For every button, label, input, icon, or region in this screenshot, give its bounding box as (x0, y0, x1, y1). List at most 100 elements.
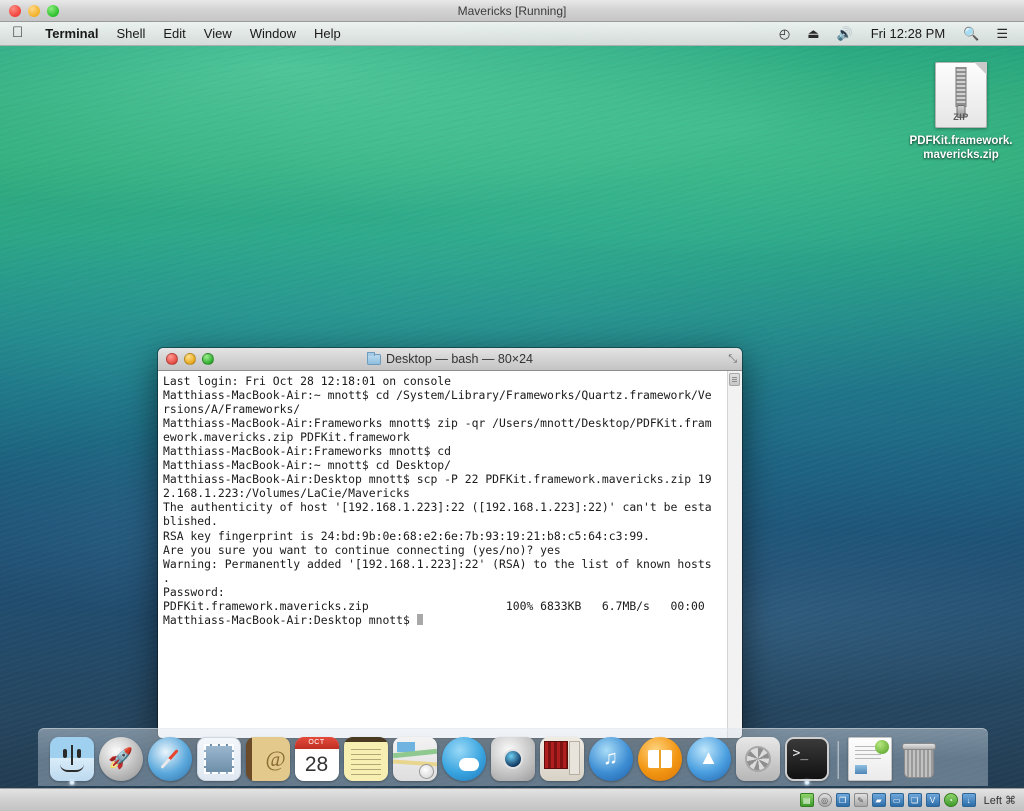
running-indicator (69, 780, 74, 785)
dock-item-photo-booth[interactable] (538, 735, 585, 782)
resize-icon[interactable]: ⤡ (728, 353, 737, 366)
shared-folders-icon[interactable]: ▰ (872, 793, 886, 807)
dock-item-itunes[interactable]: ♫ (587, 735, 634, 782)
maps-icon (393, 737, 437, 781)
terminal-line: RSA key fingerprint is 24:bd:9b:0e:68:e2… (163, 529, 650, 543)
zip-file-icon: ZIP (935, 62, 987, 128)
dock-item-mail[interactable] (195, 735, 242, 782)
calendar-day: 28 (295, 749, 339, 781)
dock-item-launchpad[interactable]: 🚀 (97, 735, 144, 782)
terminal-line: Matthiass-MacBook-Air:Frameworks mnott$ … (163, 444, 451, 458)
terminal-line: Matthiass-MacBook-Air:~ mnott$ cd Deskto… (163, 458, 451, 472)
zipper-graphic (956, 67, 967, 107)
network-icon[interactable]: ❐ (836, 793, 850, 807)
dock-item-terminal[interactable]: >_ (783, 735, 830, 782)
desktop-file-icon[interactable]: ZIP PDFKit.framework.mavericks.zip (900, 46, 1022, 162)
optical-disk-icon[interactable]: ◎ (818, 793, 832, 807)
scrollbar-thumb[interactable] (729, 373, 740, 386)
hard-disk-icon[interactable]: ▤ (800, 793, 814, 807)
dock-item-document-stack[interactable] (846, 735, 893, 782)
vm-titlebar: Mavericks [Running] (0, 0, 1024, 22)
terminal-line: . (163, 571, 170, 585)
terminal-zoom-button[interactable] (202, 353, 214, 365)
terminal-line: Matthiass-MacBook-Air:Frameworks mnott$ … (163, 416, 712, 430)
host-key-label: Left ⌘ (980, 794, 1016, 807)
document-icon (848, 737, 892, 781)
trash-icon (897, 737, 941, 781)
terminal-minimize-button[interactable] (184, 353, 196, 365)
terminal-window-controls (158, 353, 214, 365)
dock-item-trash[interactable] (895, 735, 942, 782)
dock-item-app-store[interactable]: ▲ (685, 735, 732, 782)
facetime-icon (491, 737, 535, 781)
host-key-icon[interactable]: ↓ (962, 793, 976, 807)
terminal-window-title: Desktop — bash — 80×24 (158, 352, 742, 366)
terminal-line: blished. (163, 514, 218, 528)
dock-item-finder[interactable] (48, 735, 95, 782)
dock-item-safari[interactable] (146, 735, 193, 782)
notes-icon (344, 737, 388, 781)
terminal-close-button[interactable] (166, 353, 178, 365)
terminal-cursor (417, 614, 423, 625)
menubar:  Terminal Shell Edit View Window Help ◴… (0, 22, 1024, 46)
eject-icon[interactable]: ⏏ (799, 22, 827, 46)
menu-help[interactable]: Help (305, 22, 350, 46)
terminal-icon: >_ (785, 737, 829, 781)
dock-item-facetime[interactable] (489, 735, 536, 782)
terminal-line: Matthiass-MacBook-Air:~ mnott$ cd /Syste… (163, 388, 712, 402)
menu-terminal[interactable]: Terminal (36, 22, 107, 46)
dock: 🚀 @ OCT 28 (38, 728, 988, 786)
video-capture-icon[interactable]: V (926, 793, 940, 807)
dock-item-calendar[interactable]: OCT 28 (293, 735, 340, 782)
dock-item-ibooks[interactable] (636, 735, 683, 782)
virtualbox-window: Mavericks [Running]  Terminal Shell Edi… (0, 0, 1024, 811)
dock-item-notes[interactable] (342, 735, 389, 782)
vm-statusbar: ▤ ◎ ❐ ✎ ▰ ▭ ❑ V ◔ ↓ Left ⌘ (0, 788, 1024, 811)
mail-icon (197, 737, 241, 781)
menubar-clock[interactable]: Fri 12:28 PM (862, 26, 954, 41)
terminal-line: Last login: Fri Oct 28 12:18:01 on conso… (163, 374, 451, 388)
dock-item-messages[interactable] (440, 735, 487, 782)
guest-additions-icon[interactable]: ◔ (944, 793, 958, 807)
terminal-window[interactable]: Desktop — bash — 80×24 ⤡ Last login: Fri… (158, 348, 742, 738)
menu-window[interactable]: Window (241, 22, 305, 46)
desktop-file-name: PDFKit.framework.mavericks.zip (900, 134, 1022, 162)
volume-icon[interactable]: 🔊 (829, 22, 861, 46)
dock-item-contacts[interactable]: @ (244, 735, 291, 782)
zip-icon-label: ZIP (936, 112, 986, 122)
notification-center-icon[interactable]: ☰ (988, 22, 1016, 46)
finder-icon (50, 737, 94, 781)
remote-desktop-icon[interactable]: ❑ (908, 793, 922, 807)
menu-view[interactable]: View (195, 22, 241, 46)
menubar-status-area: ◴ ⏏ 🔊 Fri 12:28 PM 🔍 ☰ (771, 22, 1024, 46)
menu-shell[interactable]: Shell (107, 22, 154, 46)
terminal-titlebar: Desktop — bash — 80×24 ⤡ (158, 348, 742, 371)
contacts-icon: @ (246, 737, 290, 781)
dock-item-maps[interactable] (391, 735, 438, 782)
guest-screen:  Terminal Shell Edit View Window Help ◴… (0, 22, 1024, 788)
display-icon[interactable]: ▭ (890, 793, 904, 807)
terminal-body[interactable]: Last login: Fri Oct 28 12:18:01 on conso… (158, 371, 742, 738)
terminal-line: Are you sure you want to continue connec… (163, 543, 561, 557)
apple-logo-icon[interactable]:  (0, 25, 36, 40)
gear-icon (736, 737, 780, 781)
terminal-line: PDFKit.framework.mavericks.zip 100% 6833… (163, 599, 705, 613)
search-icon[interactable]: 🔍 (955, 22, 987, 46)
app-store-icon: ▲ (687, 737, 731, 781)
terminal-line: 2.168.1.223:/Volumes/LaCie/Mavericks (163, 486, 410, 500)
terminal-output: Last login: Fri Oct 28 12:18:01 on conso… (163, 374, 737, 627)
dock-item-system-preferences[interactable] (734, 735, 781, 782)
itunes-icon: ♫ (589, 737, 633, 781)
calendar-month: OCT (295, 737, 339, 749)
safari-icon (148, 737, 192, 781)
usb-icon[interactable]: ✎ (854, 793, 868, 807)
terminal-line: Matthiass-MacBook-Air:Desktop mnott$ (163, 613, 417, 627)
ibooks-icon (638, 737, 682, 781)
calendar-icon: OCT 28 (295, 737, 339, 781)
dock-separator (832, 738, 844, 782)
time-machine-icon[interactable]: ◴ (771, 22, 798, 46)
terminal-scrollbar[interactable] (727, 371, 742, 738)
menu-edit[interactable]: Edit (154, 22, 194, 46)
photo-booth-icon (540, 737, 584, 781)
folder-icon (367, 354, 381, 365)
